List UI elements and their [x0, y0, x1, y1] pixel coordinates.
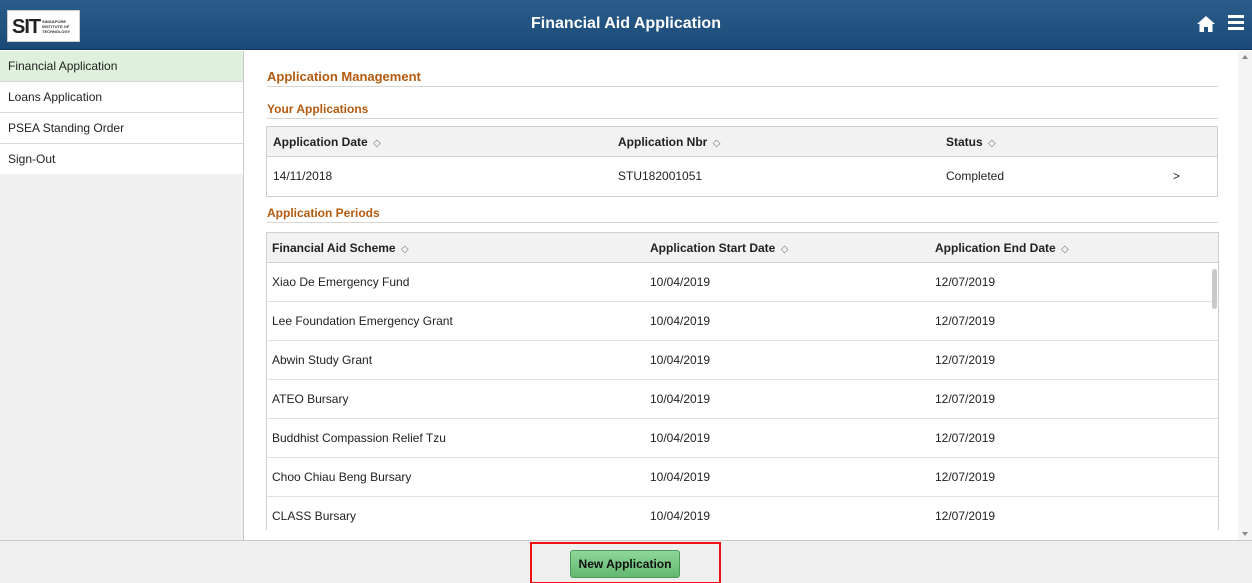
col-application-start-date[interactable]: Application Start Date ◇	[650, 233, 788, 265]
sidebar-item-financial-application[interactable]: Financial Application	[0, 51, 243, 82]
scheme-name: Choo Chiau Beng Bursary	[272, 470, 412, 484]
new-application-button[interactable]: New Application	[570, 550, 680, 578]
sort-icon: ◇	[400, 244, 409, 255]
home-icon[interactable]	[1196, 14, 1216, 34]
scheme-name: CLASS Bursary	[272, 509, 357, 523]
col-application-end-date[interactable]: Application End Date ◇	[935, 233, 1069, 265]
sidebar-item-loans-application[interactable]: Loans Application	[0, 82, 243, 113]
col-application-date[interactable]: Application Date ◇	[273, 127, 381, 159]
start-date: 10/04/2019	[650, 392, 711, 406]
start-date: 10/04/2019	[650, 470, 711, 484]
application-management-heading: Application Management	[267, 69, 421, 84]
table-row[interactable]: Xiao De Emergency Fund 10/04/2019 12/07/…	[267, 263, 1218, 302]
footer-bar: New Application	[0, 540, 1252, 583]
divider	[267, 118, 1218, 119]
sidebar-item-sign-out[interactable]: Sign-Out	[0, 144, 243, 175]
table-row[interactable]: Choo Chiau Beng Bursary 10/04/2019 12/07…	[267, 458, 1218, 497]
start-date: 10/04/2019	[650, 353, 711, 367]
your-applications-title: Your Applications	[267, 102, 369, 116]
col-financial-aid-scheme[interactable]: Financial Aid Scheme ◇	[272, 233, 409, 265]
start-date: 10/04/2019	[650, 431, 711, 445]
col-application-nbr[interactable]: Application Nbr ◇	[618, 127, 720, 159]
hamburger-menu-icon[interactable]	[1228, 15, 1244, 31]
header-bar: SIT SINGAPORE INSTITUTE OF TECHNOLOGY Fi…	[0, 0, 1252, 50]
sidebar-filler	[0, 174, 244, 540]
table-row[interactable]: Abwin Study Grant 10/04/2019 12/07/2019	[267, 341, 1218, 380]
periods-grid-header: Financial Aid Scheme ◇ Application Start…	[267, 233, 1218, 263]
end-date: 12/07/2019	[935, 353, 996, 367]
periods-scrollbar[interactable]	[1211, 263, 1218, 530]
scroll-down-arrow-icon[interactable]	[1242, 532, 1248, 536]
start-date: 10/04/2019	[650, 509, 711, 523]
periods-grid: Financial Aid Scheme ◇ Application Start…	[266, 232, 1219, 530]
end-date: 12/07/2019	[935, 314, 996, 328]
start-date: 10/04/2019	[650, 275, 711, 289]
divider	[267, 222, 1218, 223]
application-periods-title: Application Periods	[267, 206, 380, 220]
divider	[267, 86, 1218, 87]
end-date: 12/07/2019	[935, 470, 996, 484]
application-status: Completed	[946, 169, 1005, 183]
scheme-name: Abwin Study Grant	[272, 353, 373, 367]
sort-icon: ◇	[780, 244, 789, 255]
chevron-right-icon[interactable]: >	[1173, 157, 1180, 195]
scheme-name: Lee Foundation Emergency Grant	[272, 314, 453, 328]
applications-grid-header: Application Date ◇ Application Nbr ◇ Sta…	[267, 127, 1217, 157]
table-row[interactable]: Lee Foundation Emergency Grant 10/04/201…	[267, 302, 1218, 341]
scheme-name: Buddhist Compassion Relief Tzu	[272, 431, 446, 445]
sort-icon: ◇	[1061, 244, 1069, 255]
end-date: 12/07/2019	[935, 275, 996, 289]
applications-grid: Application Date ◇ Application Nbr ◇ Sta…	[266, 126, 1218, 197]
table-row[interactable]: ATEO Bursary 10/04/2019 12/07/2019	[267, 380, 1218, 419]
col-status[interactable]: Status ◇	[946, 127, 996, 159]
sidebar-item-psea-standing-order[interactable]: PSEA Standing Order	[0, 113, 243, 144]
table-row[interactable]: 14/11/2018 STU182001051 Completed >	[267, 157, 1217, 196]
scrollbar-thumb[interactable]	[1212, 269, 1217, 309]
scroll-up-arrow-icon[interactable]	[1242, 55, 1248, 59]
sort-icon: ◇	[988, 138, 996, 149]
end-date: 12/07/2019	[935, 431, 996, 445]
application-nbr: STU182001051	[618, 169, 703, 183]
application-date: 14/11/2018	[273, 169, 333, 183]
sort-icon: ◇	[373, 138, 381, 149]
highlight-box: New Application	[530, 542, 721, 583]
end-date: 12/07/2019	[935, 392, 996, 406]
sort-icon: ◇	[712, 138, 721, 149]
scheme-name: Xiao De Emergency Fund	[272, 275, 410, 289]
end-date: 12/07/2019	[935, 509, 996, 523]
scheme-name: ATEO Bursary	[272, 392, 349, 406]
page-scrollbar[interactable]	[1238, 51, 1252, 540]
start-date: 10/04/2019	[650, 314, 711, 328]
main-content: Application Management Your Applications…	[246, 51, 1238, 540]
table-row[interactable]: Buddhist Compassion Relief Tzu 10/04/201…	[267, 419, 1218, 458]
page-title: Financial Aid Application	[531, 15, 721, 32]
table-row[interactable]: CLASS Bursary 10/04/2019 12/07/2019	[267, 497, 1218, 530]
